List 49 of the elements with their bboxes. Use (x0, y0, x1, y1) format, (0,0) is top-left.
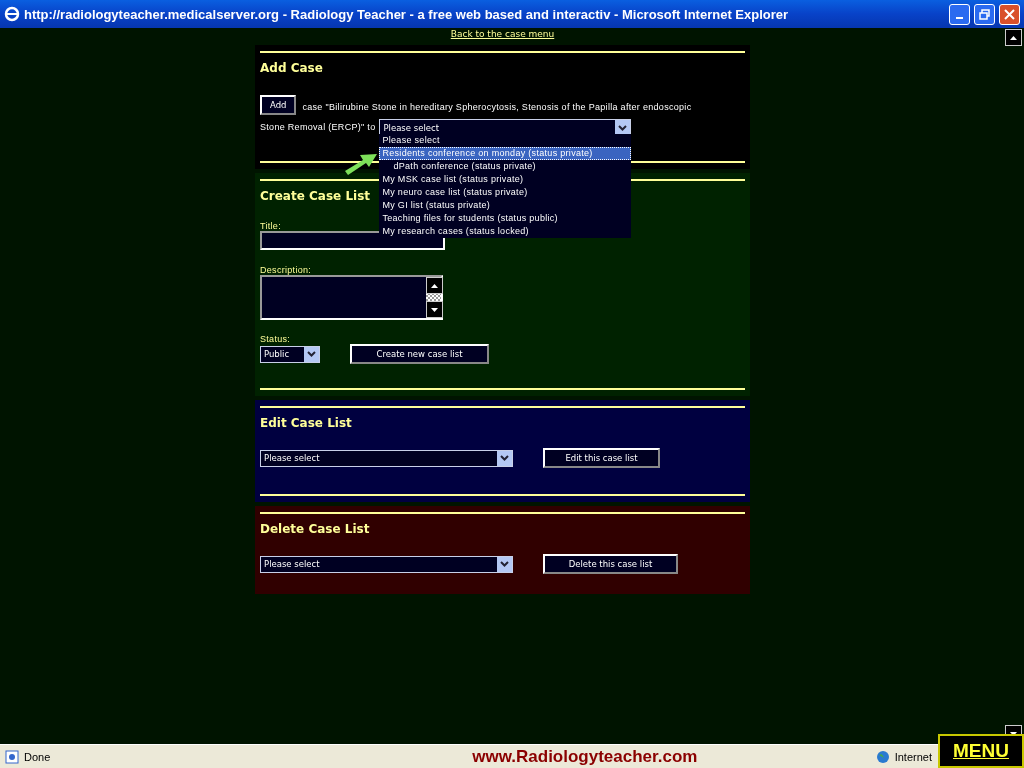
close-icon (1004, 8, 1015, 20)
arrow-down-icon (431, 307, 438, 312)
add-button[interactable]: Add (260, 95, 297, 115)
field-label: Status: (260, 334, 291, 344)
sentence-line: case "Bilirubine Stone in hereditary Spherocytosis, Stenosis of the Papilla after endoscopic (302, 101, 692, 112)
arrow-up-icon (431, 283, 438, 288)
edit-list-button[interactable]: Edit this case list (543, 448, 660, 468)
caret-icon (618, 124, 628, 131)
pointer-arrow-icon (344, 153, 379, 175)
select-field[interactable]: Please select (260, 555, 513, 573)
caret-icon (500, 455, 509, 461)
create-list-button[interactable]: Create new case list (350, 344, 489, 364)
section-heading: Edit Case List (260, 416, 352, 430)
zone-text: Internet (894, 750, 932, 763)
dropdown-option[interactable]: Residents conference on monday (status private) (379, 147, 632, 160)
restore-button[interactable] (974, 3, 995, 25)
window-title: http://radiologyteacher.medicalserver.org - Radiology Teacher - a free web based and interactiv - Microsoft Internet Explorer (24, 6, 790, 22)
section-heading: Add Case (260, 61, 323, 75)
caret-icon (500, 561, 509, 567)
dropdown-option[interactable]: My MSK case list (status private) (379, 173, 632, 186)
close-button[interactable] (999, 3, 1020, 25)
status-text: Done (24, 750, 52, 763)
back-link[interactable]: Back to the case menu (450, 28, 555, 41)
field-label: Title: (260, 221, 281, 231)
minimize-button[interactable] (949, 3, 970, 25)
page-icon (5, 749, 19, 764)
globe-icon (875, 749, 890, 764)
dropdown-option[interactable]: Teaching files for students (status public) (379, 212, 632, 225)
dropdown-option[interactable]: My GI list (status private) (379, 199, 632, 212)
dropdown-option[interactable]: Please select (379, 134, 632, 147)
dropdown-option[interactable]: dPath conference (status private) (390, 160, 632, 173)
arrow-up-icon (1010, 35, 1017, 40)
description-field[interactable] (260, 275, 443, 320)
delete-list-button[interactable]: Delete this case list (543, 554, 678, 574)
field-label: Description: (260, 265, 312, 275)
dropdown-option[interactable]: My research cases (status locked) (379, 225, 632, 238)
browser-icon (4, 6, 20, 22)
select-field[interactable]: Please select (260, 449, 513, 467)
minimize-icon (956, 16, 963, 19)
site-address: www.Radiologyteacher.com (471, 746, 699, 767)
section-heading: Create Case List (260, 189, 370, 203)
scroll-up-button[interactable] (1005, 29, 1022, 46)
section-heading: Delete Case List (260, 522, 370, 536)
dropdown-option[interactable]: My neuro case list (status private) (379, 186, 632, 199)
restore-icon (979, 8, 990, 20)
select-field[interactable]: Public (260, 345, 320, 363)
menu-button[interactable]: MENU (938, 734, 1024, 768)
caret-icon (307, 351, 316, 357)
sentence-line: Stone Removal (ERCP)" to (260, 121, 376, 132)
